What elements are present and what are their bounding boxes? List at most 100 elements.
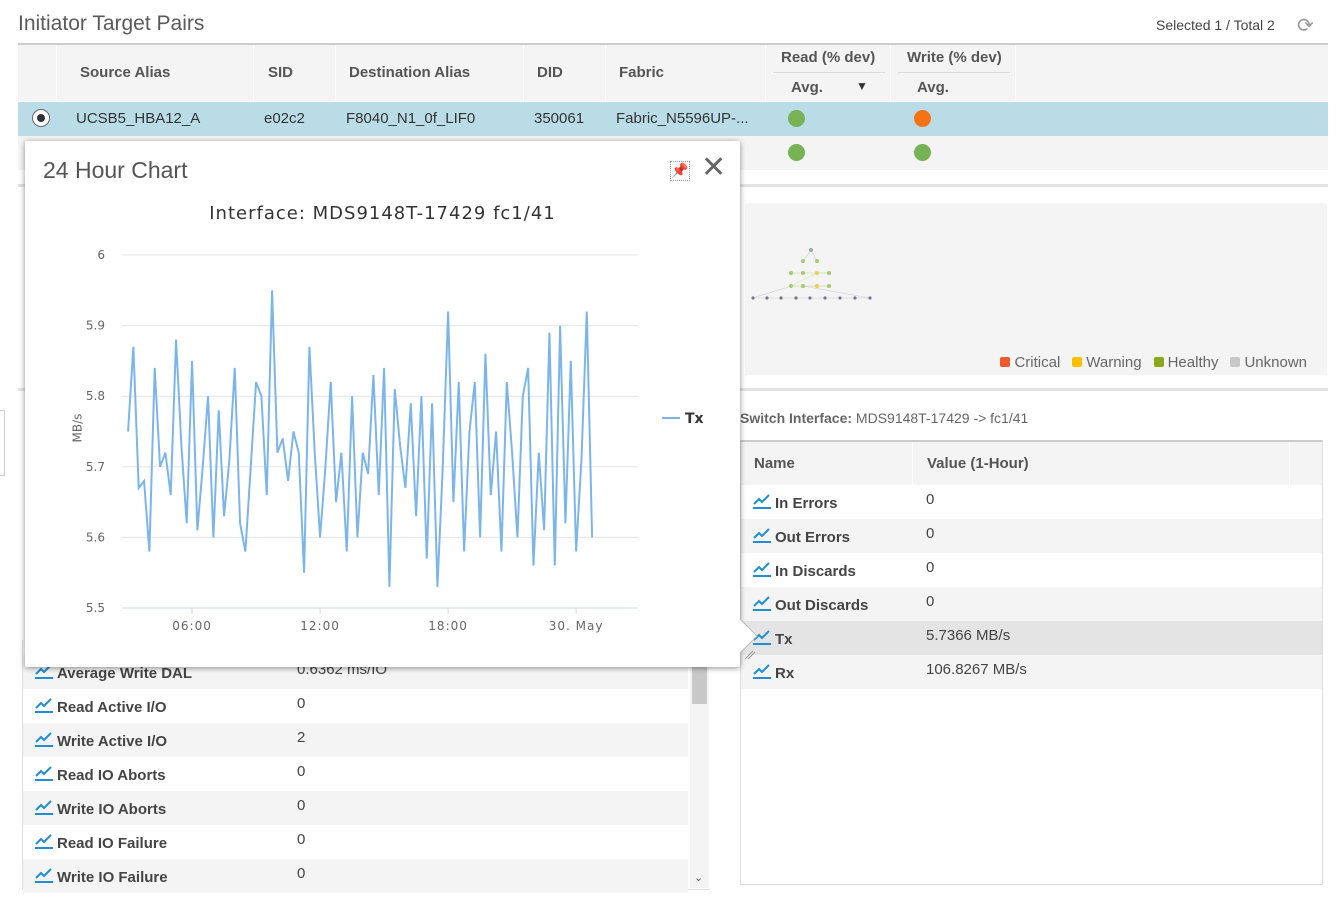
- metric-value: 0: [297, 865, 306, 882]
- column-read-avg[interactable]: Avg.: [791, 79, 823, 96]
- metric-name: Rx: [775, 665, 795, 682]
- write-status-dot: [914, 144, 931, 161]
- row-radio-selected[interactable]: [32, 109, 50, 127]
- chart-icon[interactable]: [753, 527, 771, 543]
- legend-warning: Warning: [1072, 354, 1142, 371]
- scroll-down-icon[interactable]: ⌄: [694, 871, 703, 884]
- metric-name: In Discards: [775, 563, 856, 580]
- column-read: Read (% dev): [781, 49, 876, 66]
- topology-legend: Critical Warning Healthy Unknown: [1000, 354, 1307, 371]
- metric-value: 106.8267 MB/s: [926, 661, 1027, 678]
- table-row[interactable]: Out Errors 0: [741, 519, 1322, 553]
- y-tick-label: 5.7: [86, 460, 105, 474]
- legend-line-icon: [662, 417, 680, 419]
- did: 350061: [534, 110, 585, 127]
- source-alias: UCSB5_HBA12_A: [76, 110, 201, 127]
- column-sid[interactable]: SID: [268, 64, 293, 81]
- popup-pointer: [739, 618, 758, 660]
- x-tick-label: 12:00: [300, 619, 340, 633]
- table-row[interactable]: Write IO Failure 0: [23, 859, 688, 893]
- chart-icon[interactable]: [35, 765, 53, 781]
- column-did[interactable]: DID: [537, 64, 563, 81]
- y-tick-label: 5.8: [86, 389, 105, 403]
- selection-count: Selected 1 / Total 2: [1156, 17, 1275, 33]
- x-tick-label: 30. May: [549, 619, 604, 633]
- column-write-avg[interactable]: Avg.: [917, 79, 949, 96]
- table-header: Source Alias SID Destination Alias DID F…: [18, 43, 1328, 103]
- chart-icon[interactable]: [753, 493, 771, 509]
- sort-desc-icon[interactable]: ▼: [856, 79, 868, 93]
- chart-icon[interactable]: [35, 799, 53, 815]
- refresh-icon[interactable]: ⟳: [1297, 13, 1314, 38]
- page-title: Initiator Target Pairs: [18, 12, 205, 35]
- x-tick-label: 18:00: [428, 619, 468, 633]
- metric-name: Tx: [775, 631, 793, 648]
- fabric: Fabric_N5596UP-...: [616, 110, 749, 127]
- y-tick-label: 6: [97, 248, 105, 262]
- y-axis-label: MB/s: [70, 413, 85, 443]
- metric-value: 0: [926, 559, 935, 576]
- metric-value: 0: [297, 797, 306, 814]
- table-row[interactable]: Read IO Failure 0: [23, 825, 688, 859]
- column-write: Write (% dev): [907, 49, 1002, 66]
- read-status-dot: [788, 144, 805, 161]
- topology-graph[interactable]: [745, 243, 885, 313]
- metric-name: Average Write DAL: [57, 665, 193, 682]
- line-chart: 5.5 5.6 5.7 5.8 5.9 6 06:00 12:00 18:00 30. May: [86, 248, 638, 633]
- column-value[interactable]: Value (1-Hour): [927, 455, 1029, 472]
- switch-interface: Switch Interface: MDS9148T-17429 -> fc1/…: [740, 410, 1029, 426]
- x-tick-label: 06:00: [172, 619, 212, 633]
- table-row[interactable]: Tx 5.7366 MB/s: [741, 621, 1322, 655]
- destination-alias: F8040_N1_0f_LIF0: [346, 110, 476, 127]
- metric-name: Read IO Aborts: [57, 767, 166, 784]
- metric-name: Read IO Failure: [57, 835, 168, 852]
- chart-icon[interactable]: [35, 731, 53, 747]
- chart-icon[interactable]: [753, 561, 771, 577]
- metric-name: In Errors: [775, 495, 838, 512]
- interface-metrics-table: Name Value (1-Hour) In Errors 0 Out Errors…: [740, 440, 1323, 885]
- side-panel-handle[interactable]: [0, 410, 5, 476]
- legend-item-tx[interactable]: Tx: [662, 411, 704, 427]
- table-row[interactable]: Out Discards 0: [741, 587, 1322, 621]
- chart-icon[interactable]: [35, 697, 53, 713]
- interface-table-header: Name Value (1-Hour): [741, 442, 1322, 485]
- table-row[interactable]: In Errors 0: [741, 485, 1322, 519]
- table-row[interactable]: UCSB5_HBA12_A e02c2 F8040_N1_0f_LIF0 350…: [18, 102, 1328, 136]
- column-name[interactable]: Name: [754, 455, 795, 472]
- table-row[interactable]: In Discards 0: [741, 553, 1322, 587]
- metric-name: Out Errors: [775, 529, 851, 546]
- column-destination-alias[interactable]: Destination Alias: [349, 64, 470, 81]
- table-row[interactable]: Read IO Aborts 0: [23, 757, 688, 791]
- table-row[interactable]: Write Active I/O 2: [23, 723, 688, 757]
- legend-healthy: Healthy: [1153, 354, 1218, 371]
- metric-name: Write IO Aborts: [57, 801, 167, 818]
- chart-popup: 24 Hour Chart 📌 ✕ Interface: MDS9148T-17…: [25, 141, 758, 667]
- column-source-alias[interactable]: Source Alias: [80, 64, 170, 81]
- write-status-dot: [914, 110, 931, 127]
- chart-icon[interactable]: [35, 867, 53, 883]
- metric-value: 2: [297, 729, 306, 746]
- metric-value: 0: [297, 695, 306, 712]
- table-row[interactable]: Rx 106.8267 MB/s: [741, 655, 1322, 689]
- scrollbar[interactable]: ⌄: [690, 640, 709, 888]
- metric-value: 5.7366 MB/s: [926, 627, 1011, 644]
- metric-name: Out Discards: [775, 597, 869, 614]
- metric-name: Read Active I/O: [57, 699, 167, 716]
- read-status-dot: [788, 110, 805, 127]
- metric-name: Write IO Failure: [57, 869, 168, 886]
- metric-value: 0: [926, 593, 935, 610]
- chart-icon[interactable]: [753, 595, 771, 611]
- column-fabric[interactable]: Fabric: [619, 64, 664, 81]
- series-line-tx: [127, 290, 594, 587]
- chart-icon[interactable]: [35, 833, 53, 849]
- it-metrics-table: Average Write DAL 0.6362 ms/IO Read Active…: [22, 640, 710, 893]
- y-tick-label: 5.6: [86, 530, 105, 544]
- topology-panel[interactable]: Critical Warning Healthy Unknown: [745, 203, 1327, 375]
- table-row[interactable]: Read Active I/O 0: [23, 689, 688, 723]
- chart-icon[interactable]: [753, 663, 771, 679]
- metric-value: 0: [297, 763, 306, 780]
- metric-value: 0: [926, 525, 935, 542]
- metric-value: 0: [926, 491, 935, 508]
- legend-unknown: Unknown: [1230, 354, 1307, 371]
- table-row[interactable]: Write IO Aborts 0: [23, 791, 688, 825]
